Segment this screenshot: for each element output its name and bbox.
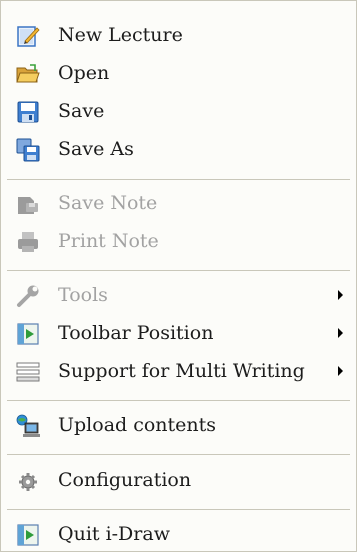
menu-item-label: Configuration <box>58 469 192 491</box>
save-as-icon <box>16 138 40 162</box>
menu-separator <box>7 509 350 510</box>
menu-item-toolbar-position[interactable]: Toolbar Position <box>2 315 355 351</box>
menu-item-label: Save Note <box>58 192 158 214</box>
menu-item-label: Quit i-Draw <box>58 523 170 545</box>
multi-writing-icon <box>16 362 40 382</box>
menu-item-open[interactable]: Open <box>2 55 355 91</box>
save-note-icon <box>18 197 38 214</box>
print-note-icon <box>18 232 38 252</box>
menu-item-label: Toolbar Position <box>58 322 214 344</box>
menu-item-label: Print Note <box>58 230 159 252</box>
menu-item-label: Save <box>58 100 105 122</box>
menu-item-quit[interactable]: Quit i-Draw <box>2 516 355 552</box>
menu-separator <box>7 270 350 271</box>
quit-icon <box>17 524 39 546</box>
menu-item-configuration[interactable]: Configuration <box>2 462 355 498</box>
menu-item-upload-contents[interactable]: Upload contents <box>2 407 355 443</box>
menu-item-label: Tools <box>58 284 108 306</box>
menu-item-multi-writing[interactable]: Support for Multi Writing <box>2 353 355 389</box>
menu-item-tools[interactable]: Tools <box>2 277 355 313</box>
wrench-icon <box>17 285 39 307</box>
menu-item-new-lecture[interactable]: New Lecture <box>2 17 355 53</box>
menu-item-label: Open <box>58 62 110 84</box>
menu-item-save-as[interactable]: Save As <box>2 131 355 167</box>
menu-item-label: Save As <box>58 138 134 160</box>
upload-computer-icon <box>16 414 40 437</box>
submenu-arrow-icon <box>338 290 343 300</box>
menu-item-label: Support for Multi Writing <box>58 360 305 382</box>
submenu-arrow-icon <box>338 366 343 376</box>
open-folder-icon <box>16 64 40 83</box>
menu-item-save[interactable]: Save <box>2 93 355 129</box>
menu-separator <box>7 400 350 401</box>
toolbar-position-icon <box>17 323 39 345</box>
menu-item-label: New Lecture <box>58 24 183 46</box>
new-lecture-icon <box>17 26 40 47</box>
menu-separator <box>7 454 350 455</box>
menu-item-label: Upload contents <box>58 414 217 436</box>
submenu-arrow-icon <box>338 328 343 338</box>
save-disk-icon <box>17 101 39 123</box>
menu-item-save-note[interactable]: Save Note <box>2 185 355 221</box>
gear-icon <box>19 473 37 491</box>
menu-item-print-note[interactable]: Print Note <box>2 223 355 259</box>
menu-separator <box>7 179 350 180</box>
context-menu: New Lecture Open Save Save As Save Note … <box>0 0 357 552</box>
